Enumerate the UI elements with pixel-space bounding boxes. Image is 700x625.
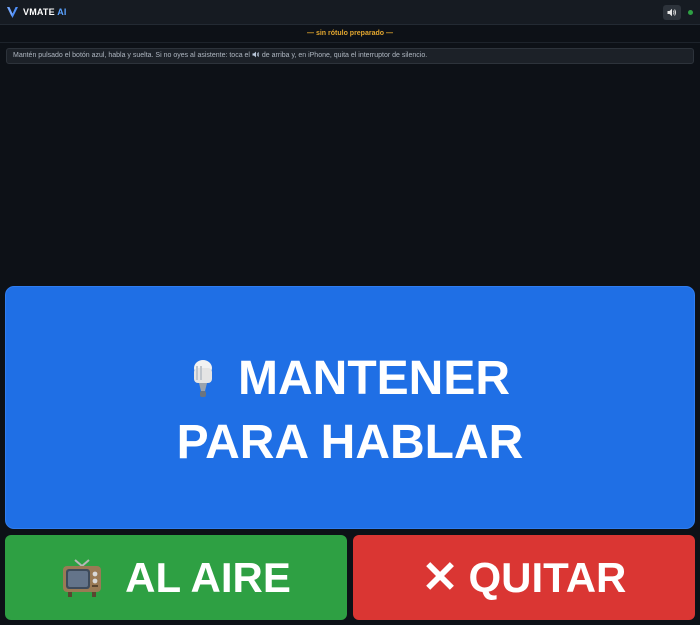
top-bar: VMATE AI bbox=[0, 0, 700, 25]
hint-text-after: de arriba y, en iPhone, quita el interru… bbox=[261, 52, 428, 59]
close-icon: ✕ bbox=[421, 552, 459, 602]
quit-label: QUITAR bbox=[468, 553, 627, 601]
instructions-hint: Mantén pulsado el botón azul, habla y su… bbox=[6, 48, 694, 64]
speaker-icon bbox=[252, 51, 260, 58]
talk-label-row: MANTENER bbox=[6, 353, 694, 405]
microphone-icon bbox=[194, 360, 212, 397]
caption-status-bar: — sin rótulo preparado — bbox=[0, 26, 700, 43]
on-air-button[interactable]: AL AIRE bbox=[5, 535, 347, 620]
v-logo-icon bbox=[7, 7, 18, 18]
talk-label-line2: PARA HABLAR bbox=[176, 416, 524, 469]
hint-text-before: Mantén pulsado el botón azul, habla y su… bbox=[13, 52, 250, 59]
speaker-icon bbox=[667, 8, 676, 17]
push-to-talk-button[interactable]: MANTENER PARA HABLAR bbox=[5, 286, 695, 529]
app-root: VMATE AI — sin rótulo preparado — Mantén… bbox=[0, 0, 700, 625]
brand-name-text: VMATE bbox=[23, 7, 55, 17]
television-icon bbox=[63, 558, 102, 597]
brand-name: VMATE AI bbox=[23, 7, 67, 18]
connection-status-dot bbox=[688, 10, 693, 15]
sound-button[interactable] bbox=[663, 5, 681, 20]
talk-label-line1: MANTENER bbox=[238, 352, 510, 405]
on-air-label: AL AIRE bbox=[125, 553, 291, 601]
quit-button[interactable]: ✕ QUITAR bbox=[353, 535, 695, 620]
brand-suffix: AI bbox=[57, 7, 67, 17]
